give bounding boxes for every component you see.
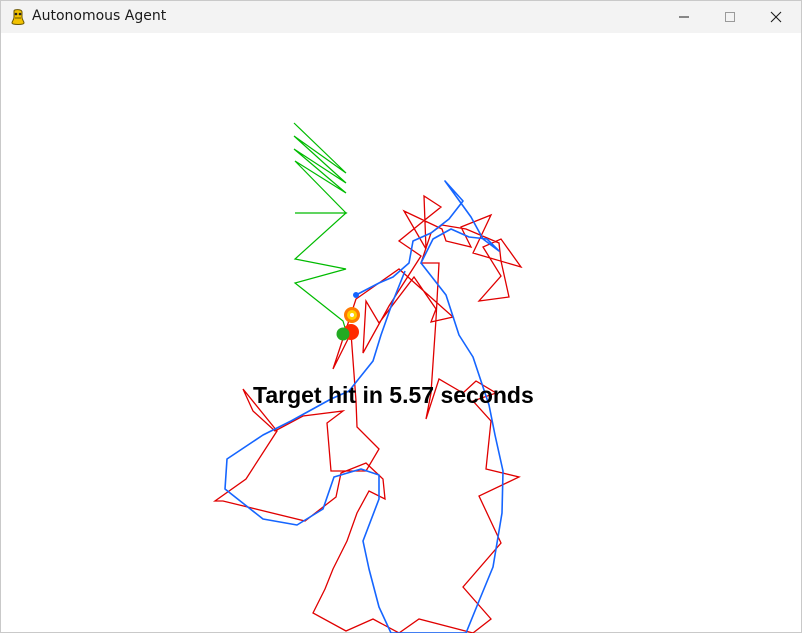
close-button[interactable]	[753, 1, 799, 33]
maximize-icon	[725, 12, 735, 22]
app-window: Autonomous Agent Target hit in 5.57 seco…	[0, 0, 802, 633]
window-title: Autonomous Agent	[32, 8, 167, 24]
minimize-button[interactable]	[661, 1, 707, 33]
green-agent-trail	[293, 122, 348, 332]
hit-explosion-icon	[344, 307, 360, 323]
title-bar[interactable]: Autonomous Agent	[1, 1, 801, 33]
close-icon	[770, 11, 782, 23]
maximize-button[interactable]	[707, 1, 753, 33]
green-agent-marker	[336, 327, 350, 341]
status-message: Target hit in 5.57 seconds	[253, 382, 534, 408]
minimize-icon	[679, 16, 689, 18]
game-canvas[interactable]: Target hit in 5.57 seconds	[2, 33, 802, 633]
pygame-snake-icon	[11, 9, 25, 25]
path-start-dot	[353, 292, 359, 298]
